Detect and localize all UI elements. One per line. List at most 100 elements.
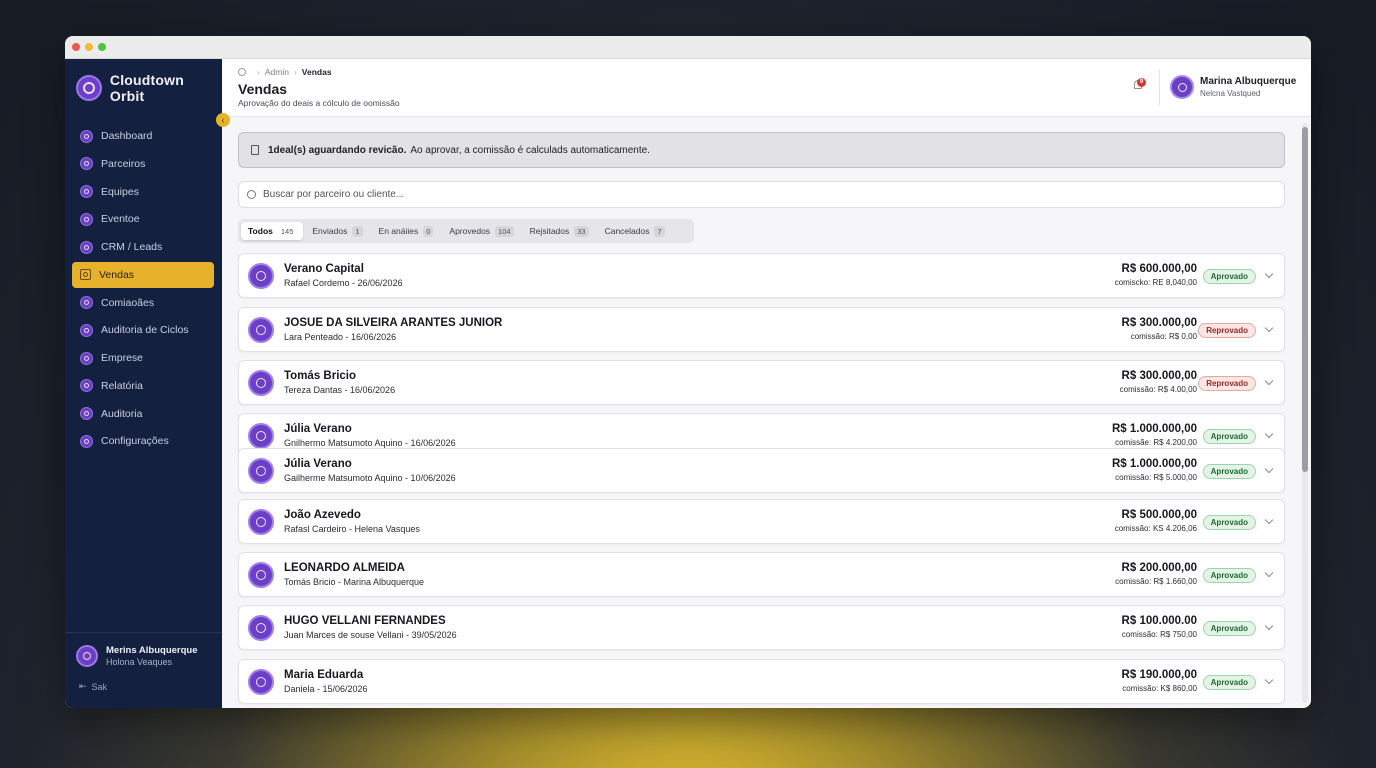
notice-strong: 1deal(s) aguardando revicão. (268, 144, 407, 156)
settings-icon (80, 434, 93, 448)
commissions-icon (80, 296, 93, 309)
chevron-down-icon[interactable] (1264, 376, 1274, 386)
deal-avatar-icon (248, 615, 274, 641)
deal-row[interactable]: Maria Eduarda Daniela - 15/06/2026 R$ 190.… (238, 659, 1285, 704)
sidebar-item-parceiros[interactable]: Parceiros (72, 151, 214, 177)
brand-logo-icon (76, 75, 102, 101)
deal-row[interactable]: JOSUE DA SILVEIRA ARANTES JUNIOR Lara Pen… (238, 307, 1285, 352)
events-icon (80, 212, 93, 226)
scrollbar-thumb[interactable] (1302, 127, 1308, 472)
deal-commission: comissão: R$ 5.000,00 (1115, 473, 1197, 482)
teams-icon (80, 185, 93, 198)
main-content: 1deal(s) aguardando revicão. Ao aprovar,… (222, 117, 1311, 708)
sidebar-collapse-button[interactable]: ‹ (216, 113, 230, 127)
tab-aprovedos[interactable]: Aprovedos 104 (442, 222, 520, 240)
notifications-button[interactable]: 9 (1132, 77, 1146, 93)
sidebar-item-comiao-es[interactable]: Comiaoães (72, 290, 214, 316)
tab-en-an-iies[interactable]: En anáiies 0 (372, 222, 441, 240)
deal-name: Maria Eduarda (284, 669, 364, 681)
deal-details: Daniela - 15/06/2026 (284, 684, 368, 694)
header-user-org: Nelcna Vastqued (1200, 89, 1261, 98)
deal-row[interactable]: Júlia Verano Gailherme Matsumoto Aquino -… (238, 448, 1285, 493)
deal-amount: R$ 1.000.000,00 (1111, 458, 1197, 470)
tab-count: 145 (280, 226, 294, 236)
minimize-window-button[interactable] (85, 43, 93, 51)
sidebar-item-label: Relatória (101, 379, 144, 392)
partners-icon (80, 157, 93, 171)
sidebar-user[interactable]: Merins Albuquerque Holona Veaques (76, 645, 198, 667)
logout-label: Sak (91, 681, 108, 692)
tab-enviados[interactable]: Enviados 1 (305, 222, 369, 240)
chevron-down-icon[interactable] (1264, 675, 1274, 685)
tab-label: Aprovedos (449, 226, 491, 236)
sidebar-divider (65, 632, 222, 633)
sidebar-item-auditoria-de-ciclos[interactable]: Auditoria de Ciclos (72, 317, 214, 343)
deal-amount: R$ 600.000,00 (1121, 263, 1197, 275)
home-icon[interactable] (238, 68, 246, 76)
tab-todos[interactable]: Todos 145 (241, 222, 304, 240)
sidebar-item-eventoe[interactable]: Eventoe (72, 206, 214, 232)
logout-icon: ⇤ (79, 681, 87, 691)
deal-row[interactable]: LEONARDO ALMEIDA Tomás Bricio - Marina Al… (238, 552, 1285, 597)
deal-commission: comissão: R$ 1.660,00 (1115, 577, 1197, 586)
tab-cancelados[interactable]: Cancelados 7 (598, 222, 672, 240)
deal-row[interactable]: Verano Capital Rafael Cordemo - 26/06/202… (238, 253, 1285, 298)
sidebar-item-label: Auditoria de Ciclos (101, 324, 189, 337)
sidebar-item-emprese[interactable]: Emprese (72, 345, 214, 371)
breadcrumb-current: Vendas (301, 67, 332, 77)
deal-commission: comiscko: RE 8,040,00 (1114, 278, 1197, 287)
close-window-button[interactable] (72, 43, 80, 51)
status-badge: Reprovado (1198, 323, 1256, 338)
deal-details: Juan Marces de souse Vellani - 39/05/202… (284, 630, 457, 640)
avatar (1170, 75, 1194, 99)
tab-count: 7 (654, 225, 665, 237)
chevron-down-icon[interactable] (1264, 568, 1274, 578)
deal-row[interactable]: Tomás Bricio Tereza Dantas - 16/06/2026 R$… (238, 360, 1285, 405)
app-window: Cloudtown Orbit Dashboard Parceiros Equipe… (65, 36, 1311, 708)
deal-details: Lara Penteado - 16/06/2026 (284, 332, 397, 342)
sidebar-item-label: CRM / Leads (101, 241, 163, 253)
search-input[interactable] (263, 189, 1163, 200)
page-subtitle: Aprovação do deais a cólculo de oomissão (238, 98, 400, 108)
sidebar-item-label: Eventoe (101, 213, 140, 226)
breadcrumb-separator: › (293, 67, 297, 77)
deal-avatar-icon (248, 370, 274, 396)
chevron-down-icon[interactable] (1264, 621, 1274, 631)
deal-name: HUGO VELLANI FERNANDES (284, 615, 446, 627)
tab-label: Todos (248, 226, 273, 236)
sidebar-item-dashboard[interactable]: Dashboard (72, 123, 214, 149)
scrollbar[interactable] (1302, 123, 1308, 703)
tab-rejsitados[interactable]: Rejsitados 33 (523, 222, 596, 240)
header-user-menu[interactable]: Marina Albuquerque Nelcna Vastqued (1170, 75, 1296, 99)
sidebar-item-auditoria[interactable]: Auditoria (72, 401, 214, 427)
page-header: › Admin › Vendas Vendas Aprovação do dea… (222, 59, 1311, 117)
deal-avatar-icon (248, 423, 274, 449)
deal-row[interactable]: HUGO VELLANI FERNANDES Juan Marces de sou… (238, 605, 1285, 650)
sidebar-item-crm-leads[interactable]: CRM / Leads (72, 234, 214, 260)
maximize-window-button[interactable] (98, 43, 106, 51)
brand[interactable]: Cloudtown Orbit (76, 72, 222, 104)
document-icon (251, 145, 259, 155)
sidebar-item-configura-es[interactable]: Configurações (72, 428, 214, 454)
deal-row[interactable]: João Azevedo Rafasl Cardeiro - Helena Vas… (238, 499, 1285, 544)
deal-amount: R$ 190.000,00 (1121, 669, 1197, 681)
page-title: Vendas (238, 81, 288, 97)
logout-button[interactable]: ⇤ Sak (79, 681, 107, 692)
chevron-down-icon[interactable] (1264, 269, 1274, 279)
deal-name: JOSUE DA SILVEIRA ARANTES JUNIOR (284, 317, 503, 329)
chevron-down-icon[interactable] (1264, 515, 1274, 525)
sidebar-item-label: Vendas (99, 268, 135, 281)
breadcrumb-admin[interactable]: Admin (265, 67, 289, 77)
chevron-down-icon[interactable] (1264, 429, 1274, 439)
sidebar-item-vendas[interactable]: Vendas (72, 261, 214, 288)
sidebar-user-name: Merins Albuquerque (106, 645, 198, 656)
tab-label: Cancelados (604, 226, 650, 236)
deal-amount: R$ 1.000.000,00 (1111, 423, 1197, 435)
search-bar[interactable] (238, 181, 1285, 208)
status-tabs: Todos 145 Enviados 1 En anáiies 0 Aprovedos 104… (238, 219, 694, 243)
chevron-down-icon[interactable] (1264, 323, 1274, 333)
sidebar-item-relat-ria[interactable]: Relatória (72, 373, 214, 399)
deal-amount: R$ 300.000,00 (1121, 370, 1197, 382)
sidebar-item-equipes[interactable]: Equipes (72, 179, 214, 205)
chevron-down-icon[interactable] (1264, 464, 1274, 474)
